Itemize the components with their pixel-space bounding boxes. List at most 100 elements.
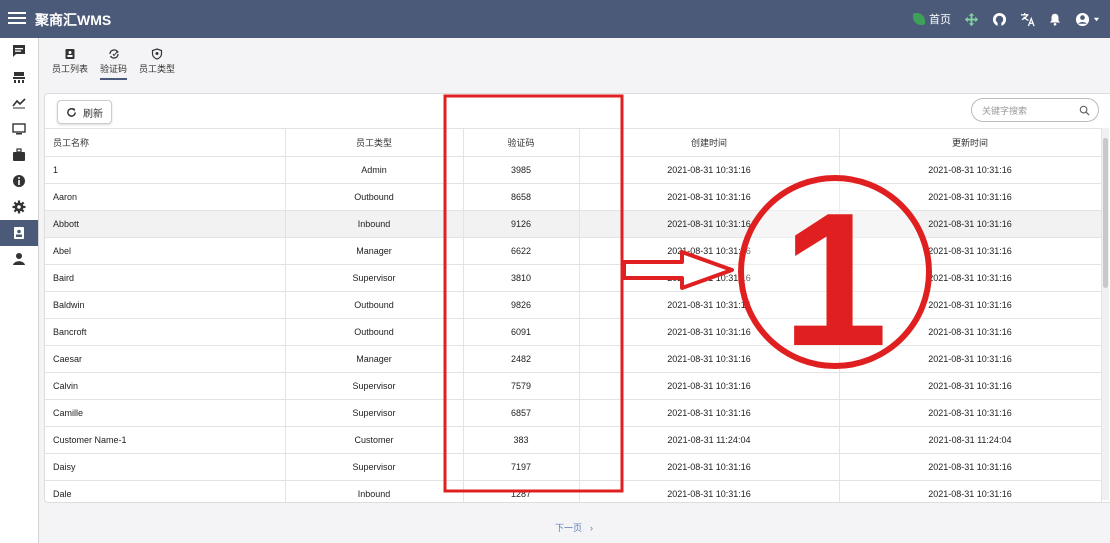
cell-staff-name: Daisy	[45, 453, 286, 481]
cell-updated-at: 2021-08-31 11:24:04	[839, 426, 1102, 454]
cell-updated-at: 2021-08-31 10:31:16	[839, 399, 1102, 427]
table-row[interactable]: Bancroft Outbound 6091 2021-08-31 10:31:16 2…	[45, 318, 1102, 346]
sidebar-item-staff[interactable]	[0, 220, 38, 246]
cell-staff-name: Baird	[45, 264, 286, 292]
chevron-right-icon[interactable]: ›	[590, 523, 593, 533]
move-icon[interactable]	[963, 11, 979, 27]
cell-staff-type: Manager	[285, 237, 464, 265]
account-menu[interactable]	[1075, 12, 1100, 27]
cell-created-at: 2021-08-31 10:31:16	[579, 237, 840, 265]
column-header-staff-type[interactable]: 员工类型	[285, 128, 464, 157]
cell-staff-name: Bancroft	[45, 318, 286, 346]
translate-icon[interactable]	[1019, 11, 1035, 27]
sidebar-item-users[interactable]	[0, 246, 38, 272]
cell-verification-code: 2482	[463, 345, 580, 373]
table-row[interactable]: Customer Name-1 Customer 383 2021-08-31 11:…	[45, 426, 1102, 454]
sidebar-item-inventory[interactable]	[0, 142, 38, 168]
cell-staff-type: Inbound	[285, 480, 464, 502]
home-icon	[913, 13, 925, 25]
refresh-button[interactable]: 刷新	[57, 100, 112, 124]
table-row[interactable]: Baldwin Outbound 9826 2021-08-31 10:31:16 20…	[45, 291, 1102, 319]
table-row[interactable]: 1 Admin 3985 2021-08-31 10:31:16 2021-08-31 …	[45, 156, 1102, 184]
table-row[interactable]: Caesar Manager 2482 2021-08-31 10:31:16 2021…	[45, 345, 1102, 373]
table-header-row: 员工名称 员工类型 验证码 创建时间 更新时间	[45, 128, 1102, 157]
account-icon	[1075, 12, 1090, 26]
table-scrollbar[interactable]	[1102, 128, 1109, 500]
verification-code-table: 员工名称 员工类型 验证码 创建时间 更新时间 1 Admin 3985 2021-0…	[45, 128, 1102, 502]
table-row[interactable]: Baird Supervisor 3810 2021-08-31 10:31:16 20…	[45, 264, 1102, 292]
table-row[interactable]: Abel Manager 6622 2021-08-31 10:31:16 2021-0…	[45, 237, 1102, 265]
cell-updated-at: 2021-08-31 10:31:16	[839, 156, 1102, 184]
cell-staff-name: Calvin	[45, 372, 286, 400]
cell-created-at: 2021-08-31 10:31:16	[579, 210, 840, 238]
caret-down-icon	[1093, 17, 1100, 21]
search-input[interactable]: 关键字搜索	[971, 98, 1099, 122]
cell-created-at: 2021-08-31 10:31:16	[579, 318, 840, 346]
cell-updated-at: 2021-08-31 10:31:16	[839, 210, 1102, 238]
sidebar-item-warehouse[interactable]	[0, 64, 38, 90]
menu-icon[interactable]	[8, 9, 26, 29]
table-row[interactable]: Daisy Supervisor 7197 2021-08-31 10:31:16 20…	[45, 453, 1102, 481]
cell-staff-name: Camille	[45, 399, 286, 427]
home-link[interactable]: 首页	[913, 11, 951, 27]
cell-staff-type: Manager	[285, 345, 464, 373]
cell-updated-at: 2021-08-31 10:31:16	[839, 453, 1102, 481]
cell-staff-type: Outbound	[285, 291, 464, 319]
cell-staff-type: Outbound	[285, 183, 464, 211]
cell-created-at: 2021-08-31 11:24:04	[579, 426, 840, 454]
data-card: 刷新 关键字搜索 员工名称 员工类型 验证码 创建时间 更新时间 1 Admin 3…	[44, 93, 1110, 503]
table-row[interactable]: Aaron Outbound 8658 2021-08-31 10:31:16 2021…	[45, 183, 1102, 211]
tab-label: 员工类型	[139, 64, 176, 74]
cell-verification-code: 383	[463, 426, 580, 454]
cell-staff-type: Supervisor	[285, 399, 464, 427]
cell-verification-code: 7579	[463, 372, 580, 400]
sidebar-item-info[interactable]	[0, 168, 38, 194]
column-header-verification-code[interactable]: 验证码	[463, 128, 580, 157]
sidebar	[0, 38, 39, 543]
monitor-icon	[12, 123, 26, 135]
tab-verification-code[interactable]: 验证码	[100, 48, 128, 80]
tab-staff-type[interactable]: 员工类型	[139, 48, 175, 80]
cell-verification-code: 8658	[463, 183, 580, 211]
table-row[interactable]: Camille Supervisor 6857 2021-08-31 10:31:16…	[45, 399, 1102, 427]
cell-verification-code: 7197	[463, 453, 580, 481]
search-icon[interactable]	[1079, 105, 1090, 116]
cell-updated-at: 2021-08-31 10:31:16	[839, 264, 1102, 292]
cell-verification-code: 6622	[463, 237, 580, 265]
cell-created-at: 2021-08-31 10:31:16	[579, 183, 840, 211]
bell-icon[interactable]	[1047, 11, 1063, 27]
sidebar-item-settings[interactable]	[0, 194, 38, 220]
cell-staff-name: 1	[45, 156, 286, 184]
home-label: 首页	[929, 14, 951, 26]
message-icon	[13, 45, 25, 57]
cell-created-at: 2021-08-31 10:31:16	[579, 291, 840, 319]
sidebar-item-screen[interactable]	[0, 116, 38, 142]
refresh-label: 刷新	[83, 108, 103, 120]
table-row[interactable]: Dale Inbound 1287 2021-08-31 10:31:16 2021-0…	[45, 480, 1102, 502]
top-app-bar: 聚商汇WMS 首页	[0, 0, 1110, 38]
cell-created-at: 2021-08-31 10:31:16	[579, 264, 840, 292]
cell-updated-at: 2021-08-31 10:31:16	[839, 345, 1102, 373]
cell-verification-code: 3985	[463, 156, 580, 184]
sidebar-item-analytics[interactable]	[0, 90, 38, 116]
cell-staff-name: Dale	[45, 480, 286, 502]
cell-created-at: 2021-08-31 10:31:16	[579, 372, 840, 400]
cell-staff-name: Customer Name-1	[45, 426, 286, 454]
column-header-staff-name[interactable]: 员工名称	[45, 128, 286, 157]
tab-staff-list[interactable]: 员工列表	[52, 48, 88, 80]
cell-staff-type: Supervisor	[285, 372, 464, 400]
cell-staff-name: Abel	[45, 237, 286, 265]
table-row[interactable]: Abbott Inbound 9126 2021-08-31 10:31:16 2021…	[45, 210, 1102, 238]
badge-icon	[65, 49, 75, 59]
table-row[interactable]: Calvin Supervisor 7579 2021-08-31 10:31:16 2…	[45, 372, 1102, 400]
github-icon[interactable]	[991, 11, 1007, 27]
user-icon	[13, 253, 25, 265]
column-header-created-at[interactable]: 创建时间	[579, 128, 840, 157]
sidebar-item-messages[interactable]	[0, 38, 38, 64]
next-page-link[interactable]: 下一页	[555, 521, 582, 534]
cell-created-at: 2021-08-31 10:31:16	[579, 480, 840, 502]
scrollbar-thumb[interactable]	[1103, 138, 1108, 288]
cell-verification-code: 6091	[463, 318, 580, 346]
column-header-updated-at[interactable]: 更新时间	[839, 128, 1102, 157]
pallet-icon	[13, 72, 25, 83]
